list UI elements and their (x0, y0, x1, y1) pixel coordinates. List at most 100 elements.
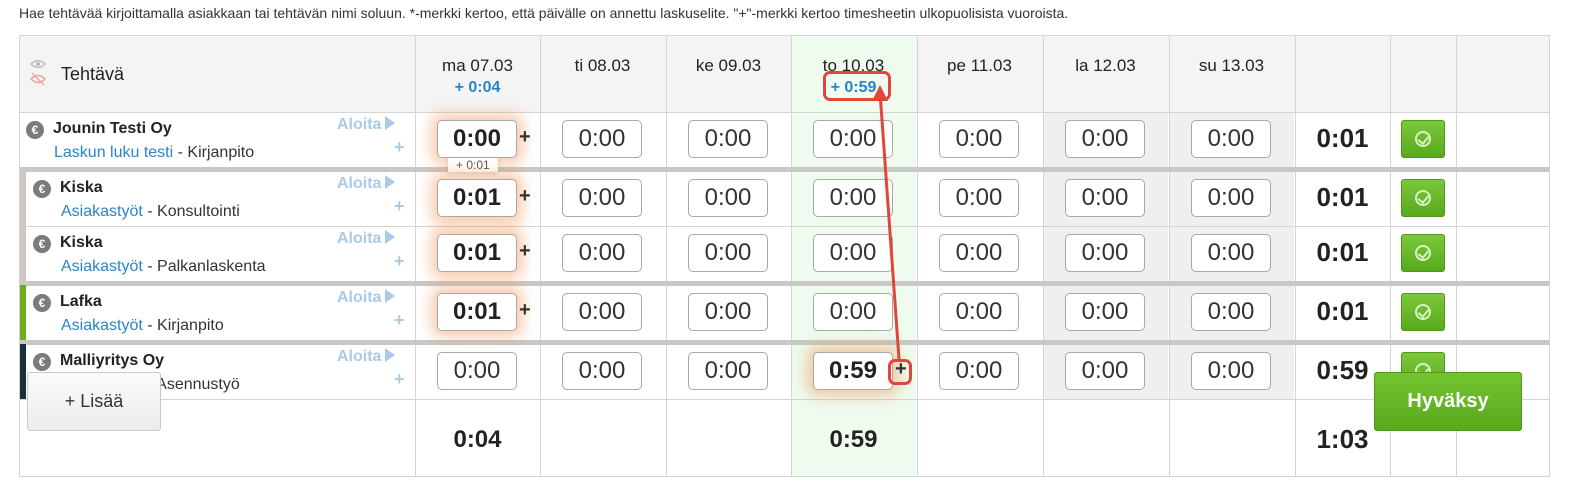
time-input[interactable]: 0:00 (813, 179, 893, 217)
time-input[interactable]: 0:00 (813, 120, 893, 158)
time-input[interactable]: 0:00 (1065, 179, 1145, 217)
approve-row-button[interactable] (1401, 234, 1445, 272)
external-shift-marker[interactable]: + (519, 240, 531, 263)
task-name: Asennustyö (156, 376, 240, 393)
time-input[interactable]: 0:00 (437, 352, 517, 390)
time-input[interactable]: 0:01 (437, 234, 517, 272)
approve-row-button[interactable] (1401, 293, 1445, 331)
client-color-stripe (20, 171, 26, 226)
task-row: € Kiska Asiakastyöt - Konsultointi Aloita +0… (20, 171, 1549, 226)
day-header: ma 07.03 + 0:04 (415, 56, 540, 97)
row-total: 0:01 (1316, 237, 1369, 267)
day-label: su 13.03 (1198, 56, 1265, 75)
time-input[interactable]: 0:00 (562, 352, 642, 390)
visibility-toggle[interactable] (29, 58, 47, 93)
task-separator: - (142, 258, 158, 275)
project-link[interactable]: Laskun luku testi (54, 144, 173, 161)
eye-icon[interactable] (29, 58, 47, 88)
task-name: Palkanlaskenta (157, 258, 266, 275)
play-icon (385, 230, 396, 244)
start-label: Aloita (337, 116, 382, 133)
time-input[interactable]: 0:59 (813, 352, 893, 390)
time-input[interactable]: 0:00 (562, 234, 642, 272)
day-header: su 13.03 (1169, 56, 1294, 79)
time-input[interactable]: 0:01 (437, 179, 517, 217)
time-input[interactable]: 0:00 (1065, 352, 1145, 390)
row-total: 0:01 (1316, 296, 1369, 326)
time-input[interactable]: 0:00 (813, 293, 893, 331)
time-input[interactable]: 0:00 (1191, 120, 1271, 158)
play-icon (385, 348, 396, 362)
billable-icon: € (33, 353, 51, 371)
add-row-button[interactable]: + (394, 137, 405, 158)
task-separator: - (173, 144, 188, 161)
time-input[interactable]: 0:00 (813, 234, 893, 272)
add-task-button[interactable]: + Lisää (27, 372, 161, 431)
billable-icon: € (33, 180, 51, 198)
time-input[interactable]: 0:00 (1065, 120, 1145, 158)
task-name: Konsultointi (157, 203, 240, 220)
time-input[interactable]: 0:00 (1191, 293, 1271, 331)
time-input[interactable]: 0:00 (939, 234, 1019, 272)
day-label: ke 09.03 (695, 56, 762, 75)
cell-note: + 0:01 (448, 158, 498, 172)
approve-row-button[interactable] (1401, 179, 1445, 217)
add-row-button[interactable]: + (394, 310, 405, 331)
project-link[interactable]: Asiakastyöt (61, 258, 143, 275)
client-name: Jounin Testi Oy (53, 120, 172, 137)
day-label: la 12.03 (1075, 56, 1136, 75)
project-link[interactable]: Asiakastyöt (61, 203, 143, 220)
instructions-text: Hae tehtävää kirjoittamalla asiakkaan ta… (19, 5, 1069, 21)
client-color-stripe (20, 344, 26, 399)
time-input[interactable]: 0:00 (688, 293, 768, 331)
day-total: 0:59 (829, 426, 878, 453)
external-shift-marker[interactable]: + (519, 126, 531, 149)
day-header: ti 08.03 (540, 56, 665, 79)
approve-button[interactable]: Hyväksy (1374, 372, 1522, 431)
approve-row-button[interactable] (1401, 120, 1445, 158)
time-input[interactable]: 0:00 (562, 179, 642, 217)
time-input[interactable]: 0:00 (688, 120, 768, 158)
task-row: €Malliyritys OyAsiakastyöt - AsennustyöA… (20, 344, 1549, 399)
time-input[interactable]: 0:00 (939, 293, 1019, 331)
client-color-stripe (20, 226, 26, 281)
row-total: 0:01 (1316, 182, 1369, 212)
external-shift-marker[interactable]: + (519, 299, 531, 322)
add-row-button[interactable]: + (394, 251, 405, 272)
time-input[interactable]: 0:00 (437, 120, 517, 158)
time-input[interactable]: 0:01 (437, 293, 517, 331)
task-row: € Lafka Asiakastyöt - Kirjanpito Aloita +0:0… (20, 285, 1549, 340)
time-input[interactable]: 0:00 (688, 179, 768, 217)
time-input[interactable]: 0:00 (939, 179, 1019, 217)
external-shift-marker[interactable]: + (519, 185, 531, 208)
task-description: Asiakastyöt - Konsultointi (61, 203, 240, 221)
time-input[interactable]: 0:00 (688, 234, 768, 272)
billable-icon: € (33, 294, 51, 312)
task-name: Kirjanpito (187, 144, 255, 161)
time-input[interactable]: 0:00 (939, 352, 1019, 390)
time-input[interactable]: 0:00 (562, 120, 642, 158)
time-input[interactable]: 0:00 (688, 352, 768, 390)
project-link[interactable]: Asiakastyöt (61, 317, 143, 334)
time-input[interactable]: 0:00 (939, 120, 1019, 158)
annotation-highlight-day-extra (823, 71, 891, 101)
time-input[interactable]: 0:00 (1065, 234, 1145, 272)
task-separator: - (142, 203, 158, 220)
add-row-button[interactable]: + (394, 369, 405, 390)
day-header: la 12.03 (1043, 56, 1168, 79)
time-input[interactable]: 0:00 (1191, 234, 1271, 272)
day-header: pe 11.03 (917, 56, 1042, 79)
day-label: pe 11.03 (947, 56, 1012, 75)
client-name: Kiska (60, 179, 103, 196)
row-divider (20, 399, 1549, 400)
task-row: € Kiska Asiakastyöt - Palkanlaskenta Aloita… (20, 226, 1549, 281)
row-total: 0:01 (1316, 123, 1369, 153)
add-row-button[interactable]: + (394, 196, 405, 217)
time-input[interactable]: 0:00 (1191, 179, 1271, 217)
billable-icon: € (26, 121, 44, 139)
day-total: 0:04 (453, 426, 502, 453)
annotation-highlight-plus (888, 359, 912, 385)
time-input[interactable]: 0:00 (1065, 293, 1145, 331)
time-input[interactable]: 0:00 (562, 293, 642, 331)
time-input[interactable]: 0:00 (1191, 352, 1271, 390)
